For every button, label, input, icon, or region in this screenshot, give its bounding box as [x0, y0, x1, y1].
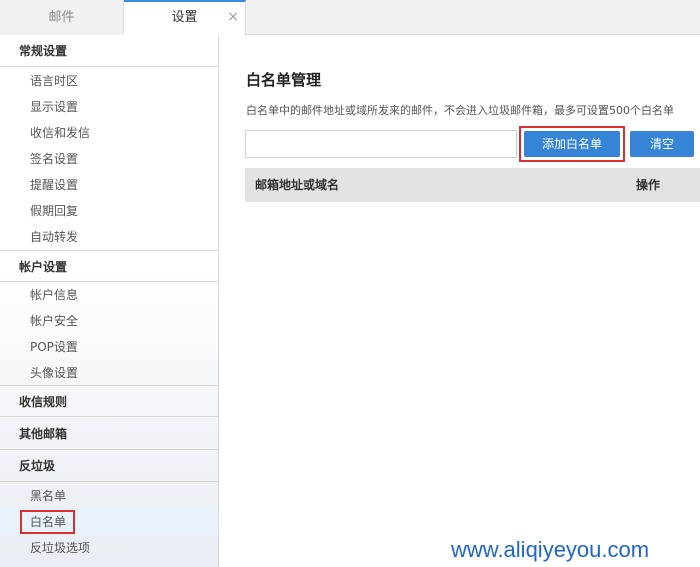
sidebar-header-antispam[interactable]: 反垃圾: [0, 450, 218, 482]
sidebar-header-general[interactable]: 常规设置: [0, 35, 218, 67]
sidebar-item-pop[interactable]: POP设置: [0, 334, 218, 360]
sidebar-item-account-security[interactable]: 帐户安全: [0, 308, 218, 334]
sidebar-item-signature[interactable]: 签名设置: [0, 146, 218, 172]
sidebar-item-avatar[interactable]: 头像设置: [0, 360, 218, 386]
sidebar-item-display[interactable]: 显示设置: [0, 94, 218, 120]
settings-sidebar: 常规设置 语言时区 显示设置 收信和发信 签名设置 提醒设置 假期回复 自动转发…: [0, 35, 219, 567]
add-whitelist-button[interactable]: 添加白名单: [524, 131, 620, 157]
sidebar-header-other-mailbox[interactable]: 其他邮箱: [0, 418, 218, 450]
sidebar-item-vacation-reply[interactable]: 假期回复: [0, 198, 218, 224]
page-description: 白名单中的邮件地址或域所发来的邮件，不会进入垃圾邮件箱，最多可设置500个白名单: [246, 104, 674, 117]
column-header-operations: 操作: [636, 178, 661, 192]
sidebar-item-language-timezone[interactable]: 语言时区: [0, 68, 218, 94]
sidebar-header-rules[interactable]: 收信规则: [0, 385, 218, 417]
close-icon[interactable]: ×: [227, 2, 239, 33]
sidebar-item-reminder[interactable]: 提醒设置: [0, 172, 218, 198]
tab-bar: 邮件 设置 ×: [0, 0, 700, 36]
tab-settings-label: 设置: [171, 10, 198, 25]
sidebar-item-antispam-options[interactable]: 反垃圾选项: [0, 535, 218, 561]
sidebar-header-account[interactable]: 帐户设置: [0, 250, 218, 282]
sidebar-item-auto-forward[interactable]: 自动转发: [0, 224, 218, 250]
clear-button[interactable]: 清空: [630, 131, 694, 157]
sidebar-item-blacklist[interactable]: 黑名单: [0, 483, 218, 509]
site-watermark: www.aliqiyeyou.com: [451, 537, 650, 562]
column-header-address: 邮箱地址或域名: [255, 178, 340, 192]
page-title: 白名单管理: [246, 71, 322, 89]
tab-mail[interactable]: 邮件: [0, 0, 124, 35]
whitelist-table-header: 邮箱地址或域名 操作: [245, 168, 700, 202]
sidebar-item-account-info[interactable]: 帐户信息: [0, 282, 218, 308]
sidebar-item-send-receive[interactable]: 收信和发信: [0, 120, 218, 146]
whitelist-input[interactable]: [245, 130, 517, 158]
whitelist-highlight-box: [20, 510, 75, 534]
tab-settings[interactable]: 设置 ×: [124, 0, 246, 36]
